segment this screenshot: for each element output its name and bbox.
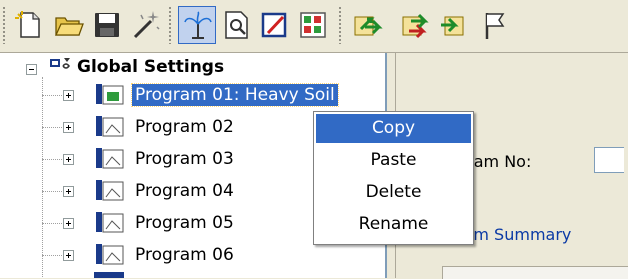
menu-item-copy[interactable]: Copy [316,114,471,143]
tree-item-label[interactable]: Program 06 [132,244,237,266]
toolbar-grip[interactable] [2,6,7,44]
menu-item-delete[interactable]: Delete [316,178,471,207]
open-folder-icon [54,17,84,36]
save-button[interactable] [88,6,126,44]
edit-button[interactable] [256,6,294,44]
toolbar [0,0,628,53]
receive-button[interactable] [434,6,472,44]
collapse-toggle[interactable] [26,64,37,75]
program-icon [96,180,124,201]
program-icon [96,148,124,169]
program-icon [96,116,124,137]
program-summary-link[interactable]: ram Summary [457,225,571,244]
tree-item-label[interactable]: Program 01: Heavy Soil [131,83,339,107]
tree-item-label[interactable]: Program 02 [132,116,237,138]
program-icon [96,212,124,233]
grid-button[interactable] [294,6,332,44]
send-green-icon [354,16,383,36]
edit-icon [261,12,287,38]
tree-item-program-02[interactable]: Program 02 [0,114,300,140]
program-icon [96,244,124,265]
menu-item-paste[interactable]: Paste [316,146,471,175]
expand-toggle[interactable] [63,122,74,133]
preview-button[interactable] [218,6,256,44]
wizard-button[interactable] [126,6,164,44]
tree-item-program-05[interactable]: Program 05 [0,210,300,236]
flag-button[interactable] [478,6,516,44]
sprinkler-button[interactable] [178,6,216,44]
expand-toggle[interactable] [63,154,74,165]
magic-wand-icon [133,11,160,39]
tree-root[interactable]: Global Settings [0,56,300,82]
tree-item-program-06[interactable]: Program 06 [0,242,300,268]
tree-item-program-01[interactable]: Program 01: Heavy Soil [0,82,385,108]
tree-item-program-04[interactable]: Program 04 [0,178,300,204]
send-all-button[interactable] [396,6,434,44]
receive-green-icon [441,16,464,36]
menu-item-rename[interactable]: Rename [316,210,471,239]
tree-item-label[interactable]: Program 04 [132,180,237,202]
sprinkler-icon [184,11,212,39]
tree-root-label[interactable]: Global Settings [74,56,227,78]
tree-item-label[interactable]: Program 03 [132,148,237,170]
send-button[interactable] [348,6,386,44]
summary-box [442,266,628,279]
tree-item-program-03[interactable]: Program 03 [0,146,300,172]
expand-toggle[interactable] [63,218,74,229]
global-settings-icon [50,58,70,69]
expand-toggle[interactable] [63,250,74,261]
program-icon [96,84,124,105]
save-icon [95,13,119,37]
send-red-icon [402,13,429,39]
toolbar-grip[interactable] [168,6,173,44]
expand-toggle[interactable] [63,90,74,101]
tree-item-partial [94,272,124,278]
open-button[interactable] [50,6,88,44]
tree-item-label[interactable]: Program 05 [132,212,237,234]
new-file-button[interactable] [10,6,48,44]
toolbar-grip[interactable] [338,6,343,44]
preview-icon [225,11,248,39]
new-file-icon [15,11,40,38]
program-no-input[interactable] [594,147,624,173]
context-menu: Copy Paste Delete Rename [313,111,474,245]
expand-toggle[interactable] [63,186,74,197]
flag-icon [485,13,505,39]
grid-icon [300,12,326,38]
